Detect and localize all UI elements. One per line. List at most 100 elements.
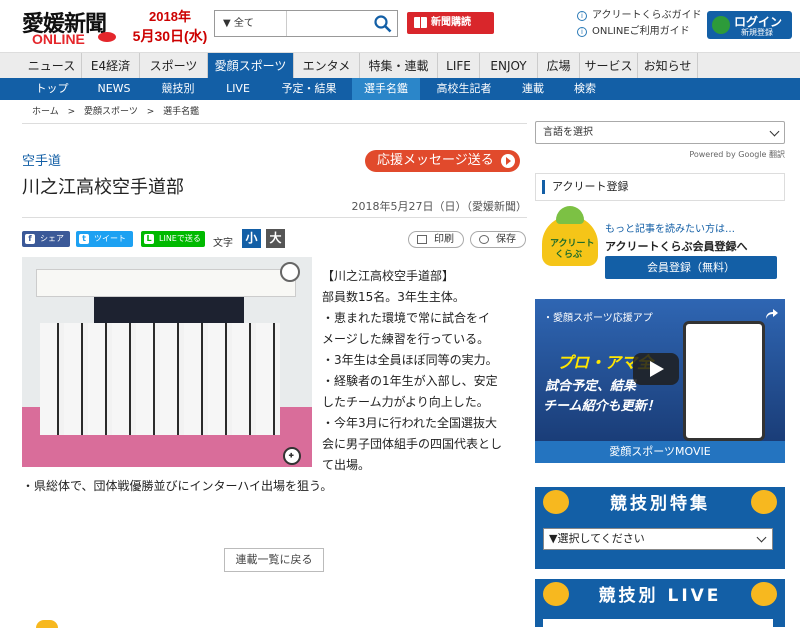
subnav-by-sport[interactable]: 競技別 [146, 78, 210, 100]
live-select[interactable] [543, 619, 773, 629]
body-line: したチーム力がより向上した。 [322, 395, 489, 409]
feature-by-sport-panel: 競技別特集 ▼選択してください [535, 487, 785, 569]
subnav-top[interactable]: トップ [22, 78, 82, 100]
back-to-list-button[interactable]: 連載一覧に戻る [224, 548, 324, 572]
zoom-icon[interactable] [283, 447, 301, 465]
printer-icon [417, 235, 427, 244]
subnav-live[interactable]: LIVE [210, 78, 266, 100]
live-heading: 競技別 LIVE [598, 586, 722, 606]
line-icon: L [144, 234, 154, 244]
facebook-share-button[interactable]: f シェア [22, 231, 70, 247]
arrow-right-icon [501, 154, 515, 168]
search-scope-select[interactable]: ▼ 全て [215, 11, 287, 36]
breadcrumb-egao[interactable]: 愛顔スポーツ [84, 107, 138, 117]
search-icon[interactable] [373, 14, 393, 34]
share-icon[interactable] [765, 307, 779, 321]
nav-service[interactable]: サービス [580, 53, 638, 79]
breadcrumb: ホーム > 愛顔スポーツ > 選手名鑑 [22, 101, 527, 124]
sport-select[interactable]: ▼選択してください [543, 528, 773, 550]
body-line: ・今年3月に行われた全国選抜大 [322, 416, 498, 430]
signup-label: 新規登録 [741, 28, 773, 37]
video-caption: 試合予定、結果 [545, 379, 637, 394]
play-icon[interactable] [633, 353, 679, 385]
team-photo [22, 257, 312, 467]
line-share-button[interactable]: L LINEで送る [141, 231, 205, 247]
article-body-last: ・県総体で、団体戦優勝並びにインターハイ出場を狙う。 [22, 479, 333, 493]
more-articles-text: もっと記事を読みたい方は… [605, 224, 735, 235]
subnav-series[interactable]: 連載 [508, 78, 558, 100]
save-button[interactable]: 保存 [470, 231, 526, 248]
body-line: 会に男子団体組手の四国代表とし [322, 437, 503, 451]
font-small-button[interactable]: 小 [242, 229, 261, 248]
font-large-button[interactable]: 大 [266, 229, 285, 248]
main-nav: ニュース E4経済 スポーツ 愛顔スポーツ エンタメ 特集・連載 LIFE EN… [0, 52, 800, 79]
nav-entame[interactable]: エンタメ [294, 53, 360, 79]
font-size-label: 文字 [213, 238, 233, 249]
photo-team-members [40, 323, 280, 435]
nav-news[interactable]: ニュース [22, 53, 82, 79]
nav-life[interactable]: LIFE [438, 53, 480, 79]
body-line: ・3年生は全員ほぼ同等の実力。 [322, 353, 498, 367]
twitter-icon: t [79, 234, 89, 244]
publish-date: 2018年5月27日（日）（愛媛新聞） [22, 198, 527, 218]
guide-links: i アクリートくらぶガイド i ONLINEご利用ガイド [577, 8, 702, 40]
nav-enjoy[interactable]: ENJOY [480, 53, 538, 79]
info-icon: i [577, 11, 587, 21]
language-select[interactable]: 言語を選択 [535, 121, 785, 144]
date-month-day: 5月30日(水) [132, 28, 208, 44]
breadcrumb-sep: > [67, 107, 76, 117]
nav-egao-sports[interactable]: 愛顔スポーツ [208, 53, 294, 79]
lock-icon [712, 16, 730, 34]
search-box: ▼ 全て [214, 10, 398, 37]
chevron-down-icon [769, 126, 780, 137]
nav-hiroba[interactable]: 広場 [538, 53, 580, 79]
movie-link[interactable]: 愛顔スポーツMOVIE [535, 441, 785, 463]
info-icon: i [577, 27, 587, 37]
chevron-down-icon [756, 532, 767, 543]
article-title: 川之江高校空手道部 [22, 177, 184, 198]
subnav-news[interactable]: NEWS [82, 78, 146, 100]
breadcrumb-home[interactable]: ホーム [32, 107, 59, 117]
nav-features[interactable]: 特集・連載 [360, 53, 438, 79]
body-line: 【川之江高校空手道部】 [322, 269, 455, 283]
bear-mascot-icon [751, 582, 777, 606]
article-category[interactable]: 空手道 [22, 150, 61, 169]
subscribe-button[interactable]: 新聞購読 [407, 12, 494, 34]
twitter-share-button[interactable]: t ツイート [76, 231, 133, 247]
subnav-search[interactable]: 検索 [558, 78, 612, 100]
video-player[interactable]: ・愛顔スポーツ応援アプ プロ・アマ全 試合予定、結果 チーム紹介も更新！ [535, 299, 785, 441]
breadcrumb-sep: > [146, 107, 155, 117]
facebook-icon: f [25, 234, 35, 244]
print-button[interactable]: 印刷 [408, 231, 464, 248]
register-button[interactable]: 会員登録（無料） [605, 256, 777, 279]
live-by-sport-panel: 競技別 LIVE [535, 579, 785, 629]
body-line: て出場。 [322, 458, 371, 472]
nav-sports[interactable]: スポーツ [140, 53, 208, 79]
subnav-players[interactable]: 選手名鑑 [352, 78, 420, 100]
clock-icon [280, 262, 300, 282]
today-date: 2018年 5月30日(水) [130, 6, 210, 46]
acreet-mascot-icon[interactable]: アクリート くらぶ [542, 206, 598, 266]
site-header: 愛媛新聞 ONLINE 2018年 5月30日(水) ▼ 全て 新聞購読 i アク… [0, 0, 800, 50]
guide-link-online[interactable]: i ONLINEご利用ガイド [577, 24, 702, 40]
nav-notice[interactable]: お知らせ [638, 53, 698, 79]
subnav-hs-reporter[interactable]: 高校生記者 [420, 78, 508, 100]
subscribe-label: 新聞購読 [431, 17, 471, 28]
bear-mascot-icon [751, 490, 777, 514]
video-caption: チーム紹介も更新！ [543, 399, 660, 414]
nav-e4[interactable]: E4経済 [82, 53, 140, 79]
site-logo[interactable]: 愛媛新聞 ONLINE [22, 6, 116, 47]
book-icon [414, 17, 427, 28]
logo-sub: ONLINE [32, 31, 85, 47]
subnav-schedule[interactable]: 予定・結果 [266, 78, 352, 100]
body-line: メージした練習を行っている。 [322, 332, 490, 346]
feature-heading: 競技別特集 [610, 494, 710, 514]
article-body: 【川之江高校空手道部】 部員数15名。3年生主体。 ・恵まれた環境で常に試合をイ… [322, 266, 527, 476]
guide-link-acreet[interactable]: i アクリートくらぶガイド [577, 8, 702, 24]
acreet-join-link[interactable]: アクリートくらぶ会員登録へ [605, 238, 747, 254]
clip-icon [479, 235, 489, 244]
date-year: 2018年 [149, 9, 191, 24]
login-button[interactable]: ログイン 新規登録 [707, 11, 792, 39]
acreet-heading: アクリート登録 [535, 173, 785, 201]
cheer-message-button[interactable]: 応援メッセージ送る [365, 150, 520, 172]
